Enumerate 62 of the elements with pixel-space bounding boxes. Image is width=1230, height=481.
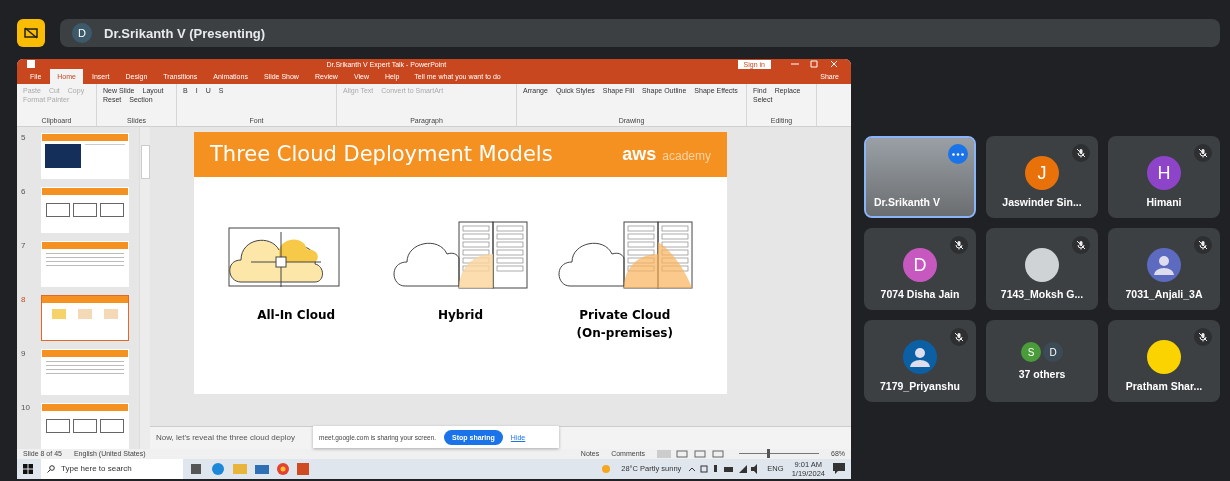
save-icon [27, 60, 35, 69]
slide-title: Three Cloud Deployment Models [210, 142, 553, 167]
participant-name: 7074 Disha Jain [880, 288, 960, 300]
muted-microphone-icon [954, 332, 964, 342]
avatar-photo-placeholder [1025, 248, 1059, 282]
more-icon [952, 152, 964, 156]
presenter-label: Dr.Srikanth V (Presenting) [104, 25, 266, 41]
participant-name: 37 others [1018, 368, 1066, 380]
muted-microphone-icon [1076, 148, 1086, 158]
logo-subtext: academy [662, 148, 711, 163]
participant-name: 7031_Anjali_3A [1125, 288, 1203, 300]
participant-name: 7179_Priyanshu [880, 380, 960, 392]
muted-microphone-icon [954, 240, 964, 250]
slide-thumbnail[interactable] [41, 240, 129, 287]
participant-tile[interactable]: J Jaswinder Sin... [986, 136, 1098, 218]
system-tray-icon[interactable] [689, 464, 760, 474]
notification-icon[interactable] [833, 463, 845, 475]
muted-microphone-icon [1076, 240, 1086, 250]
participant-tile[interactable]: D 7074 Disha Jain [864, 228, 976, 310]
slide-number: 10 [21, 402, 31, 414]
presenter-avatar: D [72, 23, 92, 43]
model-label: Hybrid [437, 306, 483, 324]
windows-start-icon[interactable] [23, 464, 33, 474]
participant-tile[interactable]: 7031_Anjali_3A [1108, 228, 1220, 310]
participant-name: Pratham Shar... [1125, 380, 1203, 392]
participant-tile[interactable]: 7179_Priyanshu [864, 320, 976, 402]
muted-microphone-icon [1198, 240, 1208, 250]
participant-avatar: D [903, 248, 937, 282]
participant-tile[interactable]: 7143_Moksh G... [986, 228, 1098, 310]
slide-number: 8 [21, 294, 27, 306]
participant-name: Dr.Srikanth V [874, 196, 940, 208]
slide-number: 6 [21, 186, 27, 198]
slide-number: 5 [21, 132, 27, 144]
participant-avatar: D [1043, 342, 1063, 362]
participant-name: Jaswinder Sin... [1002, 196, 1082, 208]
model-label: All-In Cloud [257, 306, 336, 324]
slide-thumbnail[interactable] [41, 132, 129, 179]
scrollbar[interactable] [139, 126, 150, 449]
participant-name: Himani [1146, 196, 1182, 208]
slide-thumbnail[interactable] [41, 402, 129, 449]
search-icon [47, 465, 55, 473]
stop-presenting-button[interactable] [17, 19, 45, 47]
participant-tile[interactable]: H Himani [1108, 136, 1220, 218]
participant-tile[interactable]: Dr.Srikanth V [864, 136, 976, 218]
screen-share-off-icon [24, 27, 38, 39]
slide-number: 7 [21, 240, 27, 252]
slide-thumbnail[interactable] [41, 294, 129, 341]
participant-avatar: S [1021, 342, 1041, 362]
muted-microphone-icon [1198, 148, 1208, 158]
participant-avatar: H [1147, 156, 1181, 190]
participant-tile[interactable]: S D 37 others [986, 320, 1098, 402]
participant-avatar: J [1025, 156, 1059, 190]
speaker-notes[interactable]: Now, let's reveal the three cloud deploy [156, 433, 295, 443]
model-label: Private Cloud (On-premises) [576, 306, 673, 342]
participant-tile[interactable]: Pratham Shar... [1108, 320, 1220, 402]
slide-thumbnail[interactable] [41, 186, 129, 233]
participant-name: 7143_Moksh G... [1000, 288, 1084, 300]
slide-number: 9 [21, 348, 27, 360]
slide-thumbnail[interactable] [41, 348, 129, 395]
taskbar-search-field[interactable]: Type here to search [41, 459, 183, 479]
muted-microphone-icon [1198, 332, 1208, 342]
logo-text: aws [622, 143, 657, 165]
